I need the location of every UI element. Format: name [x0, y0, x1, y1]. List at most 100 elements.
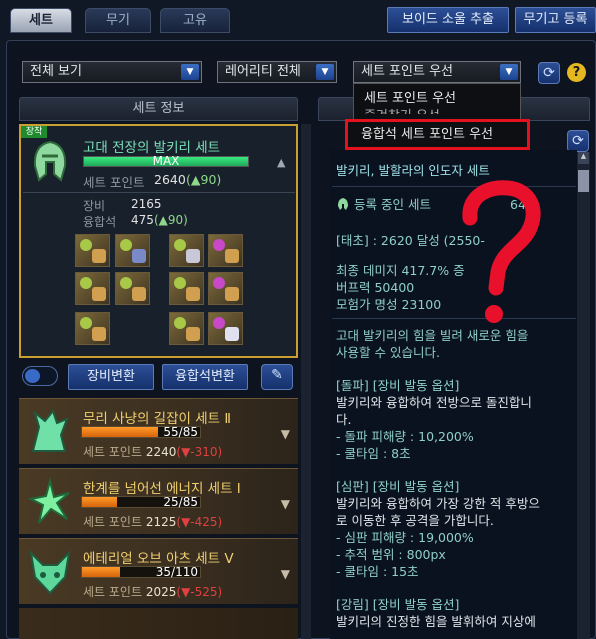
item-slot[interactable] — [75, 312, 110, 345]
option-line: 발키리와 융합하여 전방으로 돌진합니 — [336, 395, 532, 410]
fame-text: 모험가 명성 23100 — [336, 297, 442, 312]
set-progress-bar: 35/110 — [81, 565, 201, 579]
item-slot[interactable] — [115, 272, 150, 305]
expand-arrow-icon[interactable]: ▼ — [281, 427, 290, 441]
option-heading: [강림] [장비 발동 옵션] — [336, 597, 460, 612]
chevron-down-icon: ▼ — [181, 64, 199, 80]
item-slot[interactable] — [208, 312, 243, 345]
final-damage-text: 최종 데미지 417.7% 증 — [336, 263, 465, 278]
sort-select[interactable]: 세트 포인트 우선 ▼ — [353, 61, 521, 83]
option-line: - 돌파 피해량 : 10,200% — [336, 429, 474, 444]
energy-burst-icon — [27, 477, 73, 527]
item-slot[interactable] — [169, 234, 204, 267]
chevron-down-icon: ▼ — [316, 64, 334, 80]
expand-arrow-icon[interactable]: ▼ — [281, 497, 290, 511]
registered-set-label: 등록 중인 세트 — [354, 197, 431, 212]
option-line: - 추적 범위 : 800px — [336, 547, 446, 562]
sort-option-highlighted[interactable]: 융합석 세트 포인트 우선 — [345, 119, 530, 150]
scroll-up-icon[interactable]: ▲ — [578, 152, 589, 164]
description-line: 사용할 수 있습니다. — [336, 345, 440, 360]
collapse-arrow-icon[interactable]: ▲ — [277, 156, 285, 169]
option-heading: [돌파] [장비 발동 옵션] — [336, 378, 460, 393]
set-point-label: 세트 포인트 — [83, 175, 145, 190]
set-point-row: 세트 포인트 2025(▼-525) — [83, 583, 222, 600]
weapon-register-button[interactable]: 무기고 등록 — [515, 7, 596, 33]
sort-option[interactable]: 세트 포인트 우선 — [364, 87, 456, 106]
fusion-delta: (▲90) — [154, 213, 188, 227]
wrench-icon[interactable]: ✎ — [261, 364, 293, 390]
set-progress-bar: 25/85 — [81, 495, 201, 509]
fusion-label: 융합석 — [83, 215, 117, 229]
option-line: 로 이동한 후 공격을 가합니다. — [336, 513, 494, 528]
tab-unique[interactable]: 고유 — [160, 8, 230, 33]
helmet-icon — [336, 197, 350, 211]
view-filter-value: 전체 보기 — [30, 64, 82, 79]
helmet-icon — [30, 140, 70, 184]
toggle-knob — [25, 369, 40, 383]
sort-option[interactable]: 즐겨찾기 우선 — [364, 105, 440, 114]
set-list-item[interactable]: 무리 사냥의 길잡이 세트 Ⅱ 55/85 세트 포인트 2240(▼-310)… — [19, 398, 298, 464]
item-slot[interactable] — [75, 234, 110, 267]
tab-weapon[interactable]: 무기 — [85, 8, 151, 33]
equip-label: 장비 — [83, 199, 106, 213]
equip-change-button[interactable]: 장비변환 — [68, 364, 154, 390]
refresh-icon[interactable]: ⟳ — [538, 62, 560, 84]
set-progress-text: 35/110 — [155, 565, 198, 579]
equipped-badge: 장착 — [21, 126, 47, 138]
wolf-icon — [27, 407, 73, 457]
option-line: - 쿨타임 : 15초 — [336, 564, 419, 579]
set-point-row: 세트 포인트 2125(▼-425) — [83, 513, 222, 530]
set-point-value: 2640 — [154, 172, 186, 187]
set-list-item[interactable]: 에테리얼 오브 아츠 세트 Ⅴ 35/110 세트 포인트 2025(▼-525… — [19, 538, 298, 604]
left-scrollbar[interactable] — [301, 124, 311, 639]
fusion-change-button[interactable]: 융합석변환 — [162, 364, 248, 390]
set-progress-text: 55/85 — [163, 425, 198, 439]
option-line: - 쿨타임 : 8초 — [336, 446, 411, 461]
item-slot[interactable] — [208, 234, 243, 267]
help-icon[interactable]: ? — [567, 63, 586, 82]
option-line: 다. — [336, 412, 352, 427]
void-soul-extract-button[interactable]: 보이드 소울 추출 — [387, 7, 509, 33]
scroll-thumb[interactable] — [578, 170, 589, 192]
set-point-delta: (▼-425) — [176, 515, 223, 529]
set-list-item-partial[interactable] — [19, 608, 298, 639]
option-line: 발키리와 융합하여 가장 강한 적 후방으 — [336, 496, 540, 511]
set-point-delta: (▼-525) — [176, 585, 223, 599]
set-point-label: 세트 포인트 — [83, 585, 143, 599]
set-progress-bar: MAX — [83, 154, 249, 168]
set-point-value: 2125 — [145, 515, 177, 529]
set-progress-text: 25/85 — [163, 495, 198, 509]
refresh-icon[interactable]: ⟳ — [567, 130, 589, 152]
set-name: 한계를 넘어선 에너지 세트 Ⅰ — [83, 481, 241, 497]
set-point-label: 세트 포인트 — [83, 515, 143, 529]
rarity-filter-select[interactable]: 레어리티 전체 ▼ — [217, 61, 337, 83]
set-point-value: 2025 — [145, 585, 177, 599]
item-slot[interactable] — [115, 234, 150, 267]
option-line: - 심판 피해량 : 19,000% — [336, 530, 474, 545]
expand-arrow-icon[interactable]: ▼ — [281, 567, 290, 581]
set-info-header: 세트 정보 — [19, 97, 298, 121]
selected-set-card[interactable]: 장착 고대 전장의 발키리 세트 ▲ MAX 세트 포인트 2640 (▲90)… — [19, 124, 298, 358]
set-point-label: 세트 포인트 — [83, 445, 143, 459]
set-list-item[interactable]: 한계를 넘어선 에너지 세트 Ⅰ 25/85 세트 포인트 2125(▼-425… — [19, 468, 298, 534]
view-filter-select[interactable]: 전체 보기 ▼ — [22, 61, 202, 83]
sort-value: 세트 포인트 우선 — [361, 64, 453, 79]
item-slot[interactable] — [169, 312, 204, 345]
set-point-value: 2240 — [145, 445, 177, 459]
set-point-row: 세트 포인트 2240(▼-310) — [83, 443, 222, 460]
fusion-value: 475 — [131, 213, 154, 227]
rarity-filter-value: 레어리티 전체 — [225, 64, 301, 79]
fox-mask-icon — [27, 547, 73, 597]
item-slot[interactable] — [208, 272, 243, 305]
equip-value: 2165 — [131, 197, 162, 211]
divider — [23, 192, 295, 193]
tab-set[interactable]: 세트 — [10, 8, 72, 33]
item-slot[interactable] — [169, 272, 204, 305]
toggle-switch[interactable] — [22, 366, 58, 386]
right-scrollbar[interactable]: ▲ — [577, 152, 590, 639]
selected-set-name: 고대 전장의 발키리 세트 — [83, 140, 221, 156]
item-slot[interactable] — [75, 272, 110, 305]
buff-text: 버프력 50400 — [336, 280, 415, 295]
set-point-delta: (▲90) — [186, 172, 222, 187]
set-progress-bar: 55/85 — [81, 425, 201, 439]
